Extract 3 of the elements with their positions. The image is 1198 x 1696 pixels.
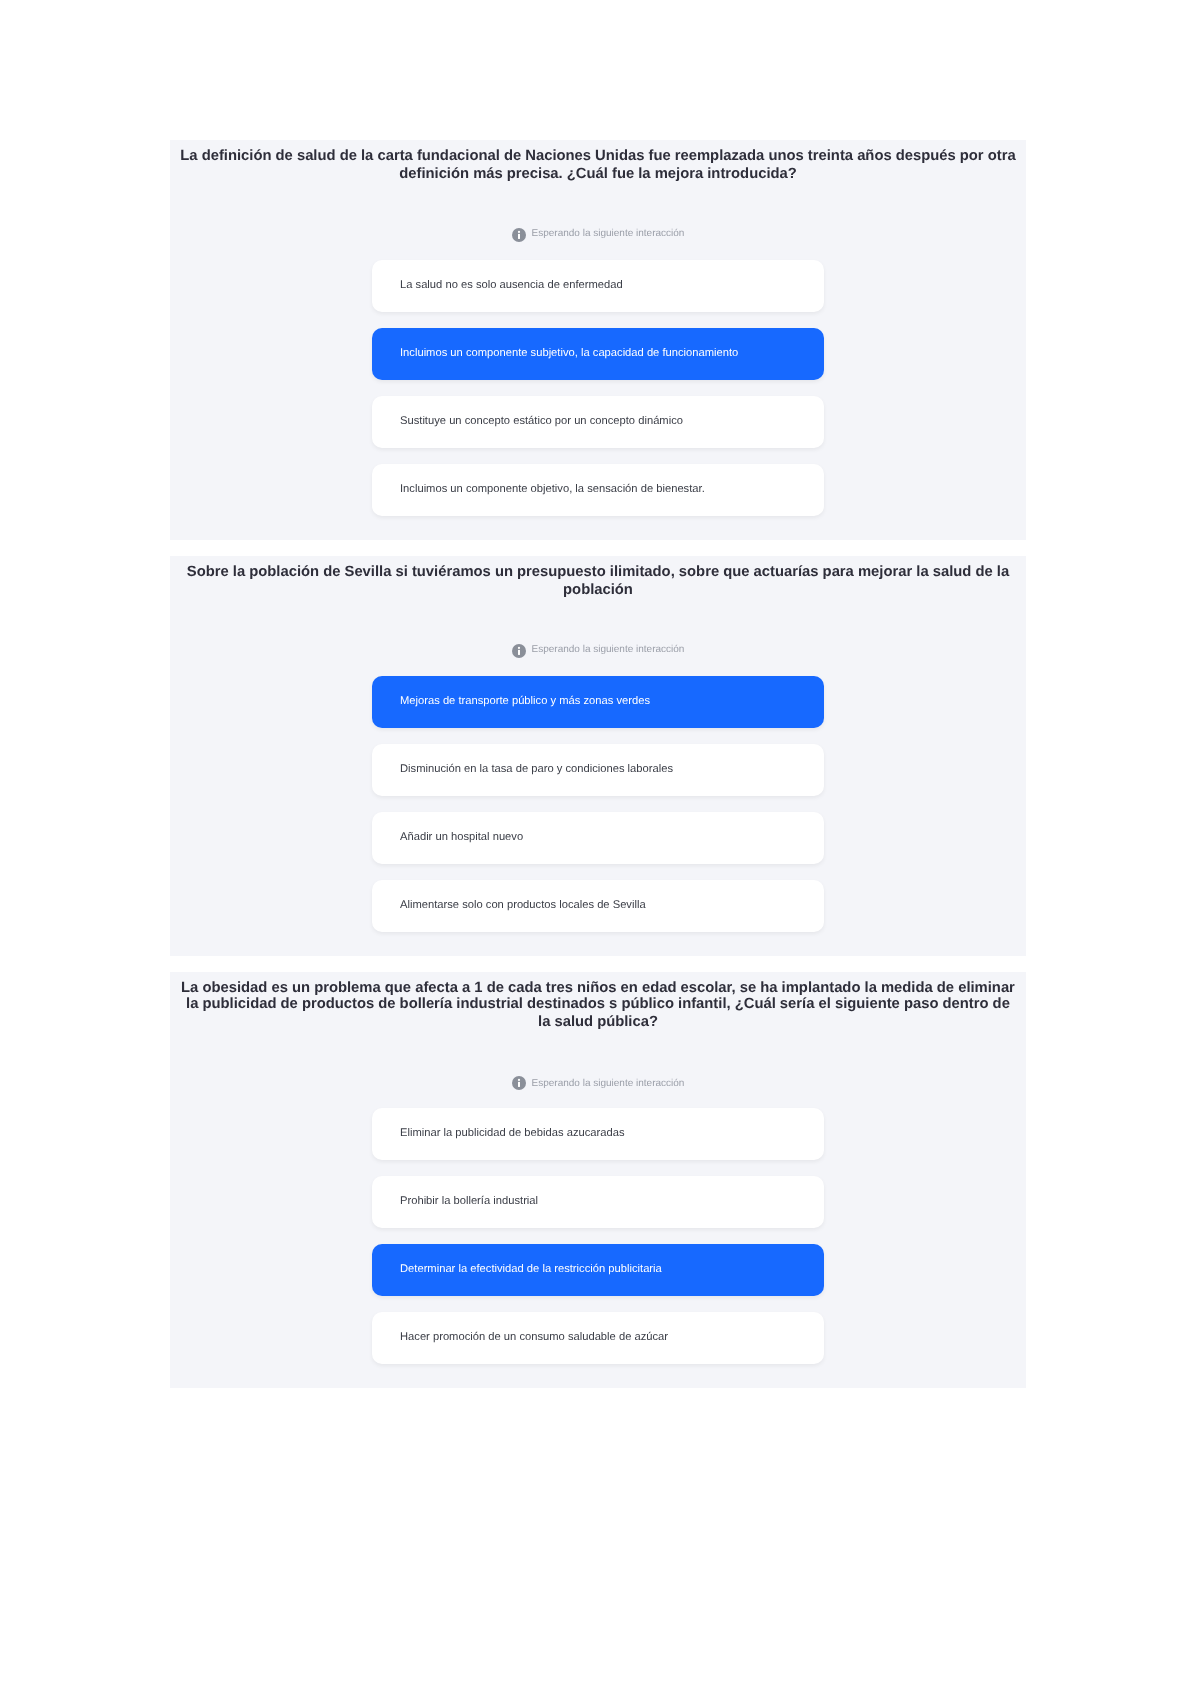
info-icon [511, 1076, 526, 1091]
info-icon [511, 643, 526, 657]
info-icon [511, 227, 526, 242]
